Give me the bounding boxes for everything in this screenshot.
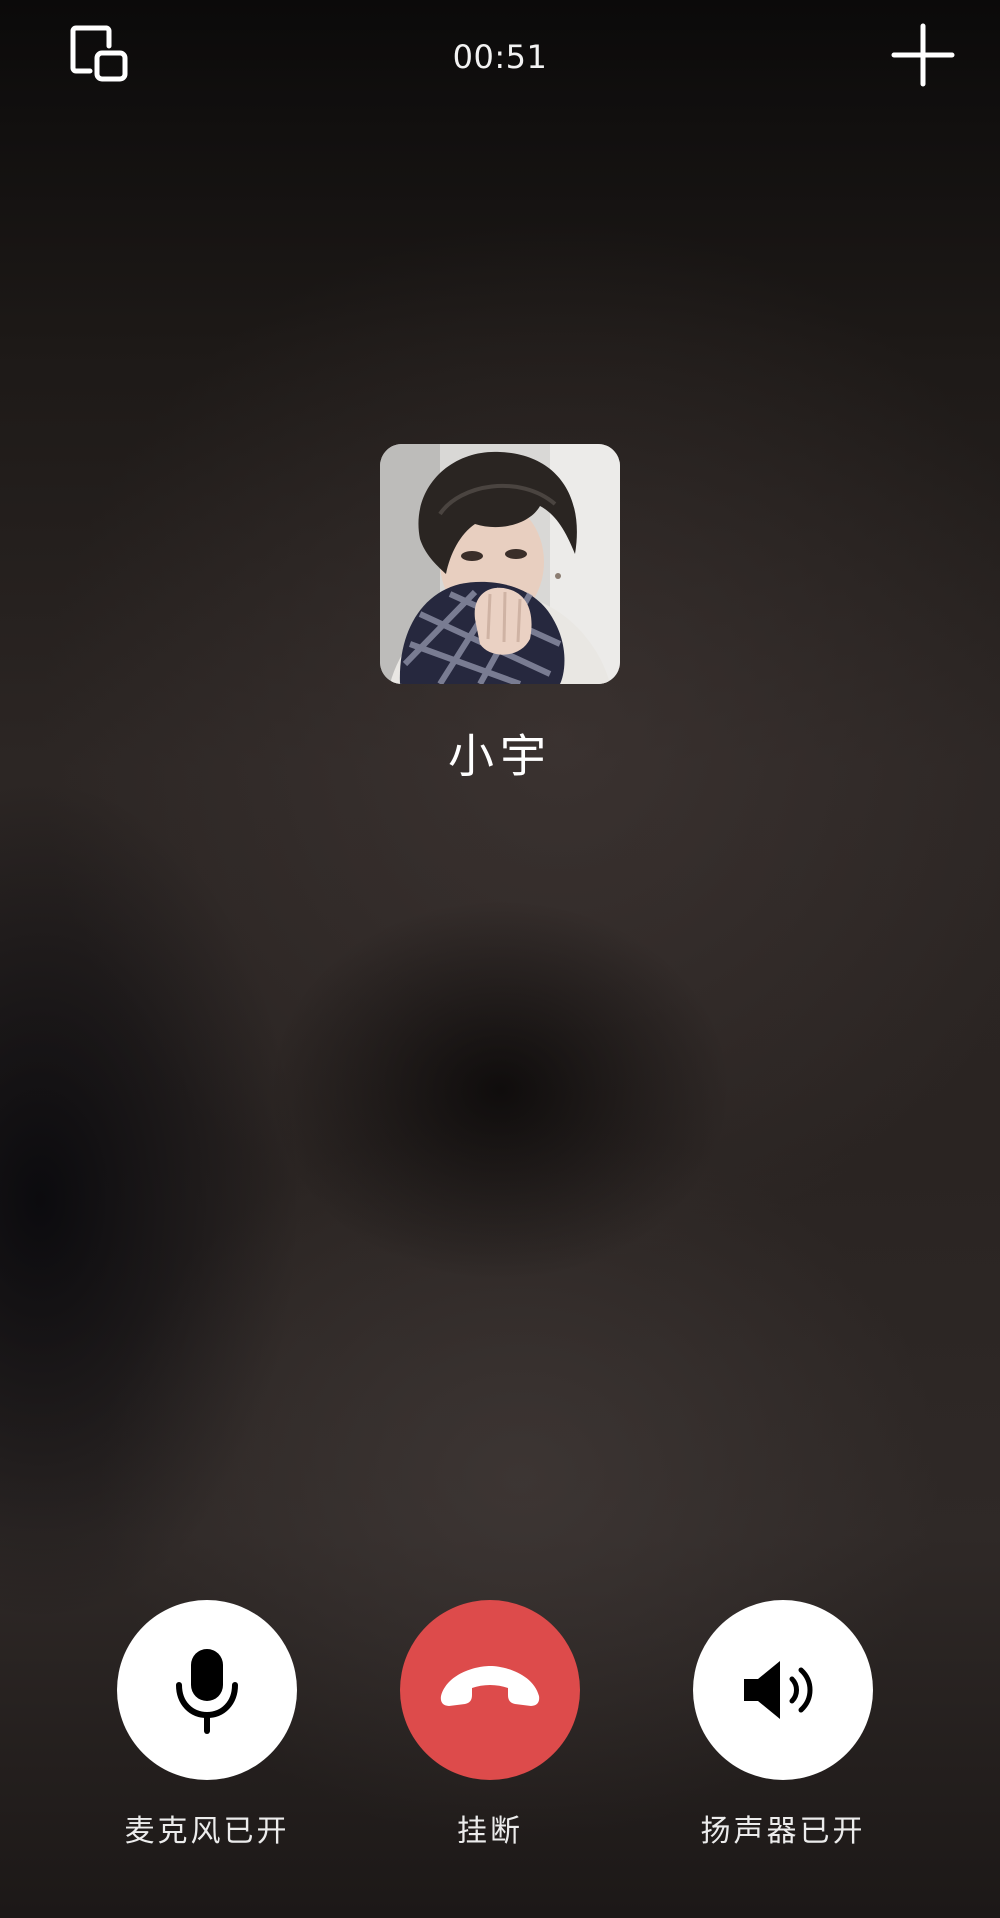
add-participant-button[interactable] (890, 22, 956, 88)
microphone-label: 麦克风已开 (124, 1814, 290, 1849)
microphone-icon (176, 1649, 238, 1734)
phone-hangup-icon (440, 1666, 540, 1706)
plus-icon (891, 23, 955, 87)
hangup-label: 挂断 (457, 1814, 523, 1849)
speaker-toggle-button[interactable] (693, 1600, 873, 1780)
speaker-label: 扬声器已开 (700, 1814, 866, 1849)
hangup-button[interactable] (400, 1600, 580, 1780)
caller-avatar (380, 444, 620, 684)
call-timer: 00:51 (452, 38, 548, 76)
speaker-icon (744, 1661, 813, 1719)
caller-name: 小宇 (448, 729, 552, 783)
microphone-toggle-button[interactable] (117, 1600, 297, 1780)
top-bar: 00:51 (0, 0, 1000, 120)
voice-call-screen: 00:51 小宇 麦克风已开 挂断 扬声器已开 (0, 0, 1000, 1918)
